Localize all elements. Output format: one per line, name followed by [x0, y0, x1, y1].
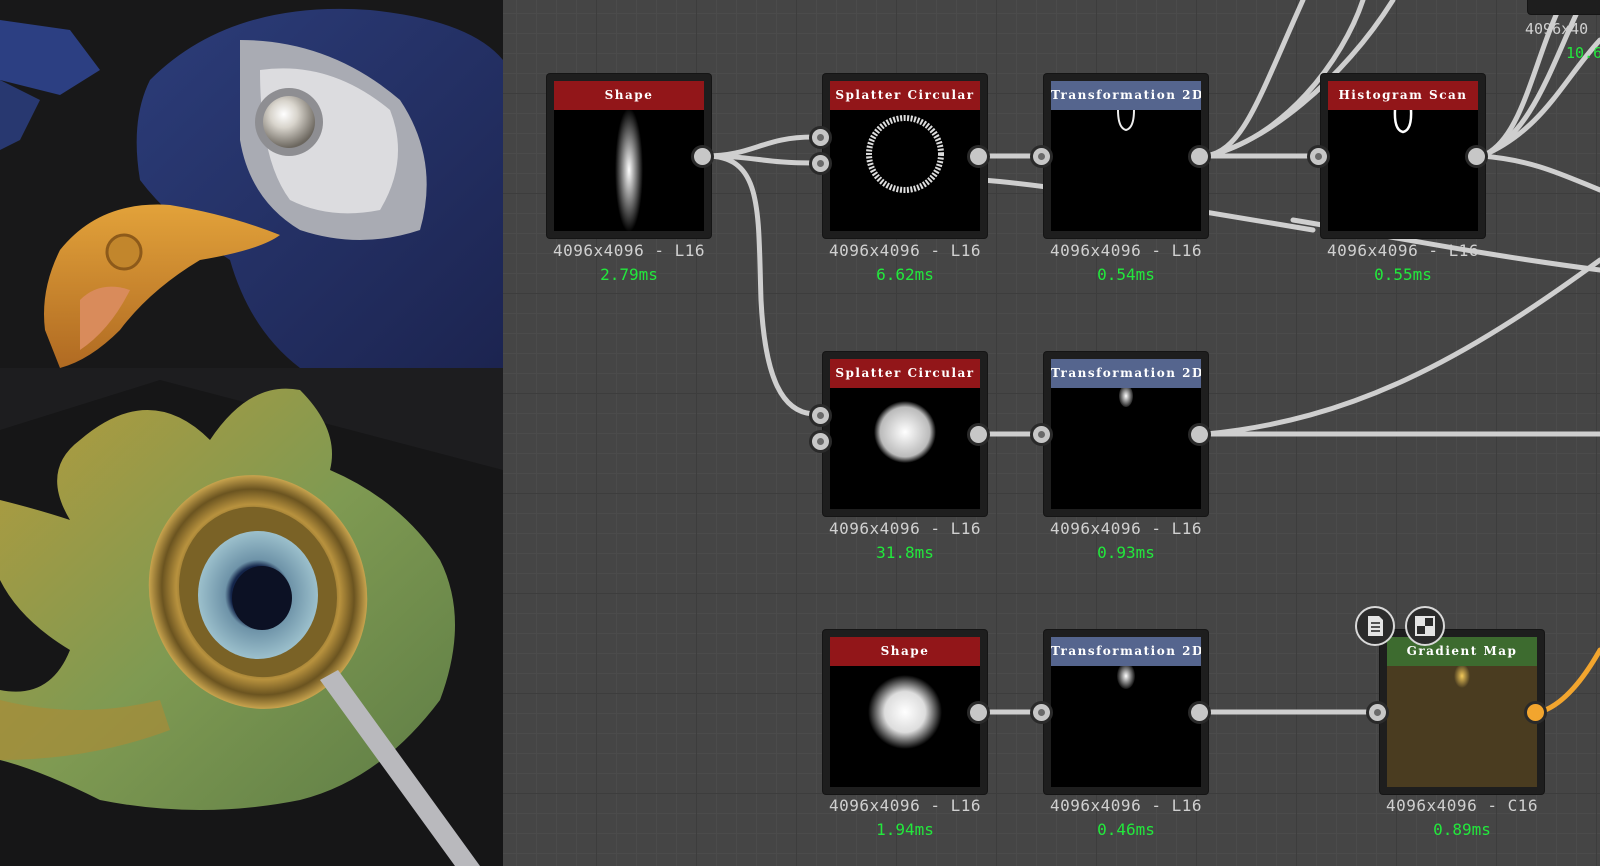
node-title: Transformation 2D: [1051, 637, 1201, 666]
input-port[interactable]: [1307, 145, 1330, 168]
node-preview: [830, 666, 980, 787]
node-resolution: 4096x4096 - L16: [553, 241, 705, 260]
output-port[interactable]: [967, 423, 990, 446]
node-preview: [1051, 110, 1201, 231]
partial-node-resolution: 4096x40: [1525, 20, 1589, 38]
node-title: Histogram Scan: [1328, 81, 1478, 110]
node-transformation-2d[interactable]: Transformation 2D: [1030, 352, 1211, 516]
node-transformation-2d[interactable]: Transformation 2D: [1030, 630, 1211, 794]
node-splatter-circular[interactable]: Splatter Circular: [809, 74, 990, 238]
node-graph-canvas[interactable]: 4096x40 10.6 Shape 4096x4096 - L16 2.79m…: [503, 0, 1600, 866]
input-port[interactable]: [809, 152, 832, 175]
output-port[interactable]: [691, 145, 714, 168]
node-title: Splatter Circular: [830, 81, 980, 110]
node-shape[interactable]: Shape: [547, 74, 714, 238]
document-icon[interactable]: [1355, 606, 1395, 646]
input-port[interactable]: [1030, 423, 1053, 446]
node-info: 4096x4096 - L16 31.8ms: [785, 518, 1025, 564]
node-resolution: 4096x4096 - L16: [1050, 241, 1202, 260]
node-resolution: 4096x4096 - C16: [1386, 796, 1538, 815]
partial-node-time: 10.6: [1566, 44, 1600, 62]
reference-image-panel: [0, 0, 503, 866]
checkerboard-icon[interactable]: [1405, 606, 1445, 646]
node-resolution: 4096x4096 - L16: [1050, 519, 1202, 538]
output-port[interactable]: [1188, 701, 1211, 724]
node-splatter-circular[interactable]: Splatter Circular: [809, 352, 990, 516]
node-info: 4096x4096 - L16 0.93ms: [1006, 518, 1246, 564]
node-resolution: 4096x4096 - L16: [829, 519, 981, 538]
input-port[interactable]: [1030, 701, 1053, 724]
node-resolution: 4096x4096 - L16: [829, 241, 981, 260]
node-title: Splatter Circular: [830, 359, 980, 388]
output-port[interactable]: [967, 701, 990, 724]
node-time: 2.79ms: [600, 265, 658, 284]
node-preview: [1051, 666, 1201, 787]
output-port[interactable]: [1188, 423, 1211, 446]
node-gradient-map[interactable]: Gradient Map: [1366, 630, 1547, 794]
node-histogram-scan[interactable]: Histogram Scan: [1307, 74, 1488, 238]
node-title: Shape: [830, 637, 980, 666]
node-time: 0.89ms: [1433, 820, 1491, 839]
node-info: 4096x4096 - L16 6.62ms: [785, 240, 1025, 286]
node-transformation-2d[interactable]: Transformation 2D: [1030, 74, 1211, 238]
node-info: 4096x4096 - C16 0.89ms: [1342, 795, 1582, 841]
output-port[interactable]: [1465, 145, 1488, 168]
node-preview: [1387, 666, 1537, 787]
node-time: 6.62ms: [876, 265, 934, 284]
input-port[interactable]: [1030, 145, 1053, 168]
node-time: 31.8ms: [876, 543, 934, 562]
node-title: Transformation 2D: [1051, 81, 1201, 110]
output-port[interactable]: [1188, 145, 1211, 168]
node-time: 0.55ms: [1374, 265, 1432, 284]
input-port[interactable]: [809, 404, 832, 427]
node-title: Shape: [554, 81, 704, 110]
node-info: 4096x4096 - L16 0.55ms: [1283, 240, 1523, 286]
node-preview: [1328, 110, 1478, 231]
node-time: 0.54ms: [1097, 265, 1155, 284]
node-shape[interactable]: Shape: [823, 630, 990, 794]
node-info: 4096x4096 - L16 0.46ms: [1006, 795, 1246, 841]
node-resolution: 4096x4096 - L16: [1050, 796, 1202, 815]
node-preview: [554, 110, 704, 231]
output-port[interactable]: [1524, 701, 1547, 724]
node-preview: [830, 388, 980, 509]
partial-node[interactable]: [1528, 0, 1600, 14]
input-port[interactable]: [809, 126, 832, 149]
node-preview: [1051, 388, 1201, 509]
node-time: 0.46ms: [1097, 820, 1155, 839]
node-preview: [830, 110, 980, 231]
node-info: 4096x4096 - L16 1.94ms: [785, 795, 1025, 841]
node-title: Transformation 2D: [1051, 359, 1201, 388]
node-time: 0.93ms: [1097, 543, 1155, 562]
node-resolution: 4096x4096 - L16: [1327, 241, 1479, 260]
input-port[interactable]: [1366, 701, 1389, 724]
node-info: 4096x4096 - L16 2.79ms: [509, 240, 749, 286]
output-port[interactable]: [967, 145, 990, 168]
input-port[interactable]: [809, 430, 832, 453]
node-resolution: 4096x4096 - L16: [829, 796, 981, 815]
embroidery-reference-image: [0, 0, 503, 866]
node-time: 1.94ms: [876, 820, 934, 839]
node-info: 4096x4096 - L16 0.54ms: [1006, 240, 1246, 286]
